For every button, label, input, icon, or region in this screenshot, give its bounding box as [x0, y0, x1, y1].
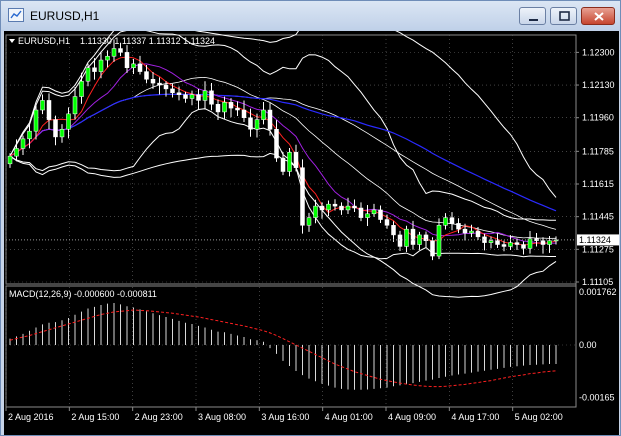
minimize-button[interactable] [519, 7, 546, 25]
chart-window-icon[interactable] [8, 8, 24, 22]
time-tick-label: 3 Aug 16:00 [261, 412, 309, 422]
price-tick-label: 1.11960 [582, 113, 614, 123]
terminal-window: EURUSD,H1 1.12300 1.12130 1.11960 1.11785 1.… [0, 0, 621, 436]
macd-tick-label: -0.00165 [579, 392, 615, 402]
price-tick-label: 1.12130 [582, 80, 615, 90]
current-price-label: 1.11324 [579, 235, 611, 245]
title-bar[interactable]: EURUSD,H1 [1, 1, 620, 31]
price-tick-label: 1.11785 [582, 146, 614, 156]
price-tick-label: 1.11445 [582, 212, 614, 222]
time-tick-label: 4 Aug 17:00 [451, 412, 499, 422]
time-tick-label: 4 Aug 01:00 [325, 412, 373, 422]
price-tick-label: 1.11275 [582, 244, 614, 254]
minimize-icon [529, 19, 538, 21]
maximize-icon [559, 11, 570, 21]
time-tick-label: 2 Aug 2016 [8, 412, 54, 422]
price-tick-label: 1.12300 [582, 47, 615, 57]
macd-label: MACD(12,26,9) -0.000600 -0.000811 [9, 289, 157, 299]
time-tick-label: 2 Aug 15:00 [71, 412, 119, 422]
time-tick-label: 5 Aug 02:00 [515, 412, 563, 422]
maximize-button[interactable] [550, 7, 577, 25]
macd-tick-label: 0.00 [579, 340, 597, 350]
candle [300, 159, 305, 234]
symbol-label: EURUSD,H1 [18, 36, 70, 46]
time-tick-label: 2 Aug 23:00 [135, 412, 183, 422]
time-tick-label: 4 Aug 09:00 [388, 412, 436, 422]
close-button[interactable] [581, 7, 615, 25]
price-tick-label: 1.11615 [582, 179, 614, 189]
ohlc-values: 1.11330 1.11337 1.11312 1.11324 [80, 36, 215, 46]
time-tick-label: 3 Aug 08:00 [198, 412, 246, 422]
price-tick-label: 1.11105 [582, 277, 613, 287]
close-icon [594, 12, 604, 21]
macd-tick-label: 0.001762 [579, 287, 617, 297]
window-title: EURUSD,H1 [30, 9, 100, 23]
chart-area[interactable]: 1.12300 1.12130 1.11960 1.11785 1.11615 1.114… [4, 31, 619, 435]
